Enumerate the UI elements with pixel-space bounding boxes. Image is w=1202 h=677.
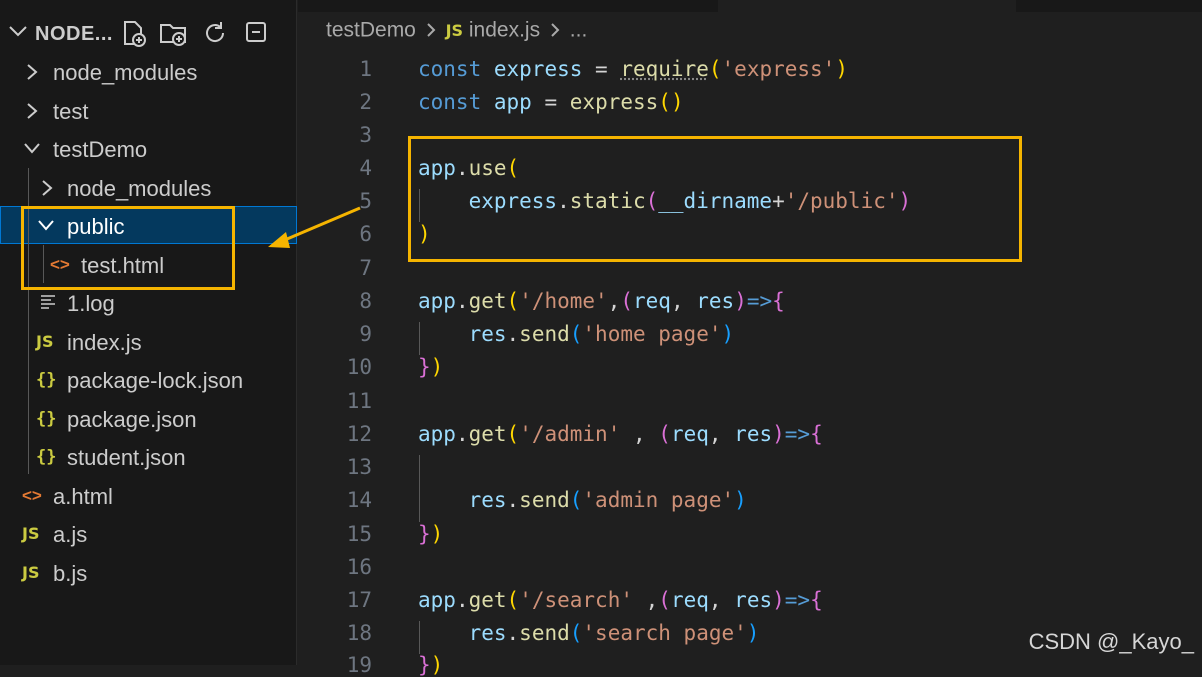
tree-item-a-html[interactable]: <> a.html xyxy=(0,476,297,514)
tree-item-node-modules[interactable]: node_modules xyxy=(0,52,297,90)
tree-item-student-json[interactable]: {} student.json xyxy=(0,437,297,475)
breadcrumb: testDemo JS index.js ... xyxy=(326,18,587,50)
js-file-icon: JS xyxy=(445,20,464,40)
log-file-icon xyxy=(41,295,55,309)
tree-item-label: package-lock.json xyxy=(67,368,244,393)
code-line-9: res.send('home page') xyxy=(468,322,735,346)
breadcrumb-folder[interactable]: testDemo xyxy=(326,18,416,41)
code-line-10: }) xyxy=(418,355,444,379)
line-number: 11 xyxy=(346,389,372,413)
tree-item-label: index.js xyxy=(67,330,142,355)
code-line-14: res.send('admin page') xyxy=(468,488,747,512)
line-number: 1 xyxy=(359,57,372,81)
collapse-all-icon[interactable] xyxy=(243,19,271,47)
tab-index-js[interactable] xyxy=(718,0,1016,12)
line-number: 14 xyxy=(346,488,372,512)
tree-item-label: test xyxy=(53,99,89,124)
code-line-15: }) xyxy=(418,522,444,546)
json-file-icon: {} xyxy=(36,447,57,467)
line-number: 16 xyxy=(346,555,372,579)
tree-item-test[interactable]: test xyxy=(0,91,297,129)
tree-item-package-lock-json[interactable]: {} package-lock.json xyxy=(0,360,297,398)
chevron-right-icon xyxy=(27,64,38,80)
tree-item-index-js[interactable]: JS index.js xyxy=(0,322,297,360)
new-folder-icon[interactable] xyxy=(159,19,187,47)
line-number: 10 xyxy=(346,355,372,379)
tree-item-b-js[interactable]: JS b.js xyxy=(0,553,297,591)
chevron-right-icon xyxy=(551,23,560,38)
code-line-8: app.get('/home',(req, res)=>{ xyxy=(418,289,785,313)
json-file-icon: {} xyxy=(36,409,57,429)
line-number: 3 xyxy=(359,123,372,147)
line-number: 4 xyxy=(359,156,372,180)
js-file-icon: JS xyxy=(22,524,40,543)
tree-item-label: b.js xyxy=(53,561,88,586)
annotation-box-app-use xyxy=(408,136,1022,262)
js-file-icon: JS xyxy=(36,332,54,351)
explorer-title: NODE... xyxy=(35,23,113,45)
code-line-12: app.get('/admin' , (req, res)=>{ xyxy=(418,422,823,446)
line-number: 18 xyxy=(346,621,372,645)
line-number: 19 xyxy=(346,653,372,677)
line-number: 15 xyxy=(346,522,372,546)
tree-item-label: 1.log xyxy=(67,291,115,316)
tree-item-label: package.json xyxy=(67,407,197,432)
line-number: 2 xyxy=(359,90,372,114)
chevron-right-icon xyxy=(427,23,436,38)
line-number: 6 xyxy=(359,222,372,246)
tree-item-a-js[interactable]: JS a.js xyxy=(0,514,297,552)
code-line-2: const app = express() xyxy=(418,90,684,114)
code-line-18: res.send('search page') xyxy=(468,621,760,645)
tab-strip xyxy=(298,0,1202,12)
js-file-icon: JS xyxy=(22,563,40,582)
code-line-1: const express = require('express') xyxy=(418,57,848,81)
new-file-icon[interactable] xyxy=(120,19,148,47)
watermark: CSDN @_Kayo_ xyxy=(1028,629,1194,654)
line-number: 13 xyxy=(346,455,372,479)
explorer-sidebar: NODE... node_modules test testDemo node_… xyxy=(0,0,297,665)
refresh-icon[interactable] xyxy=(201,19,229,47)
json-file-icon: {} xyxy=(36,370,57,390)
tree-item-node-modules-nested[interactable]: node_modules xyxy=(0,168,297,206)
code-line-19: }) xyxy=(418,653,444,677)
tree-item-package-json[interactable]: {} package.json xyxy=(0,399,297,437)
chevron-down-icon xyxy=(24,143,40,154)
chevron-right-icon xyxy=(27,103,38,119)
line-number: 5 xyxy=(359,189,372,213)
tree-item-label: a.js xyxy=(53,522,88,547)
line-number: 9 xyxy=(359,322,372,346)
code-line-17: app.get('/search' ,(req, res)=>{ xyxy=(418,588,823,612)
line-number: 12 xyxy=(346,422,372,446)
tree-item-label: node_modules xyxy=(67,176,212,201)
breadcrumb-file[interactable]: index.js xyxy=(469,18,540,41)
chevron-right-icon xyxy=(42,180,53,196)
tree-item-label: testDemo xyxy=(53,137,148,162)
tree-item-label: student.json xyxy=(67,445,186,470)
line-number: 7 xyxy=(359,256,372,280)
tree-item-testdemo[interactable]: testDemo xyxy=(0,129,297,167)
annotation-box-public xyxy=(21,206,235,290)
explorer-header[interactable]: NODE... xyxy=(0,14,297,52)
line-number: 8 xyxy=(359,289,372,313)
html-file-icon: <> xyxy=(22,486,42,505)
breadcrumb-more[interactable]: ... xyxy=(570,18,588,41)
tree-item-label: node_modules xyxy=(53,60,198,85)
chevron-down-icon[interactable] xyxy=(8,24,28,38)
tree-item-label: a.html xyxy=(53,484,113,509)
line-number: 17 xyxy=(346,588,372,612)
